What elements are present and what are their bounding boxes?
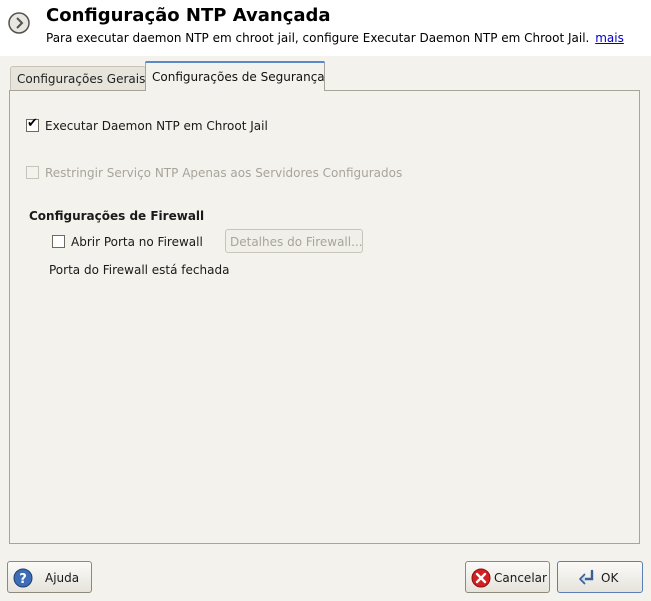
cancel-label: Cancelar [494,571,547,585]
firewall-details-button[interactable]: Detalhes do Firewall... [225,229,363,253]
restrict-service-label[interactable]: Restringir Serviço NTP Apenas aos Servid… [45,166,402,180]
restrict-service-checkbox[interactable] [26,166,39,179]
ok-button[interactable]: OK [557,561,643,593]
subtitle-text: Para executar daemon NTP em chroot jail,… [46,31,590,45]
open-port-label[interactable]: Abrir Porta no Firewall [71,235,203,249]
checkmark-icon: ✔ [27,116,38,131]
cancel-button[interactable]: Cancelar [465,561,550,593]
open-port-checkbox[interactable] [52,235,65,248]
svg-text:?: ? [19,572,27,587]
tab-security-settings[interactable]: Configurações de Segurança [145,61,325,91]
help-icon: ? [13,568,33,588]
firewall-status: Porta do Firewall está fechada [49,263,230,277]
dialog-header: Configuração NTP Avançada Para executar … [0,0,651,56]
more-link[interactable]: mais [595,31,624,45]
run-chroot-label[interactable]: Executar Daemon NTP em Chroot Jail [45,119,268,133]
tab-general-settings[interactable]: Configurações Gerais [10,66,146,90]
help-label: Ajuda [45,571,80,585]
page-title: Configuração NTP Avançada [46,5,331,26]
ntp-config-icon [8,12,30,34]
ok-label: OK [601,571,619,585]
firewall-section-title: Configurações de Firewall [29,209,205,223]
page-subtitle: Para executar daemon NTP em chroot jail,… [46,31,624,45]
help-button[interactable]: ? Ajuda [7,561,92,593]
enter-icon [579,569,594,585]
run-chroot-checkbox[interactable]: ✔ [26,116,39,132]
tab-general-label: Configurações Gerais [17,72,146,86]
cancel-icon [471,568,491,588]
security-settings-panel [9,90,640,544]
tab-security-label: Configurações de Segurança [152,70,325,84]
